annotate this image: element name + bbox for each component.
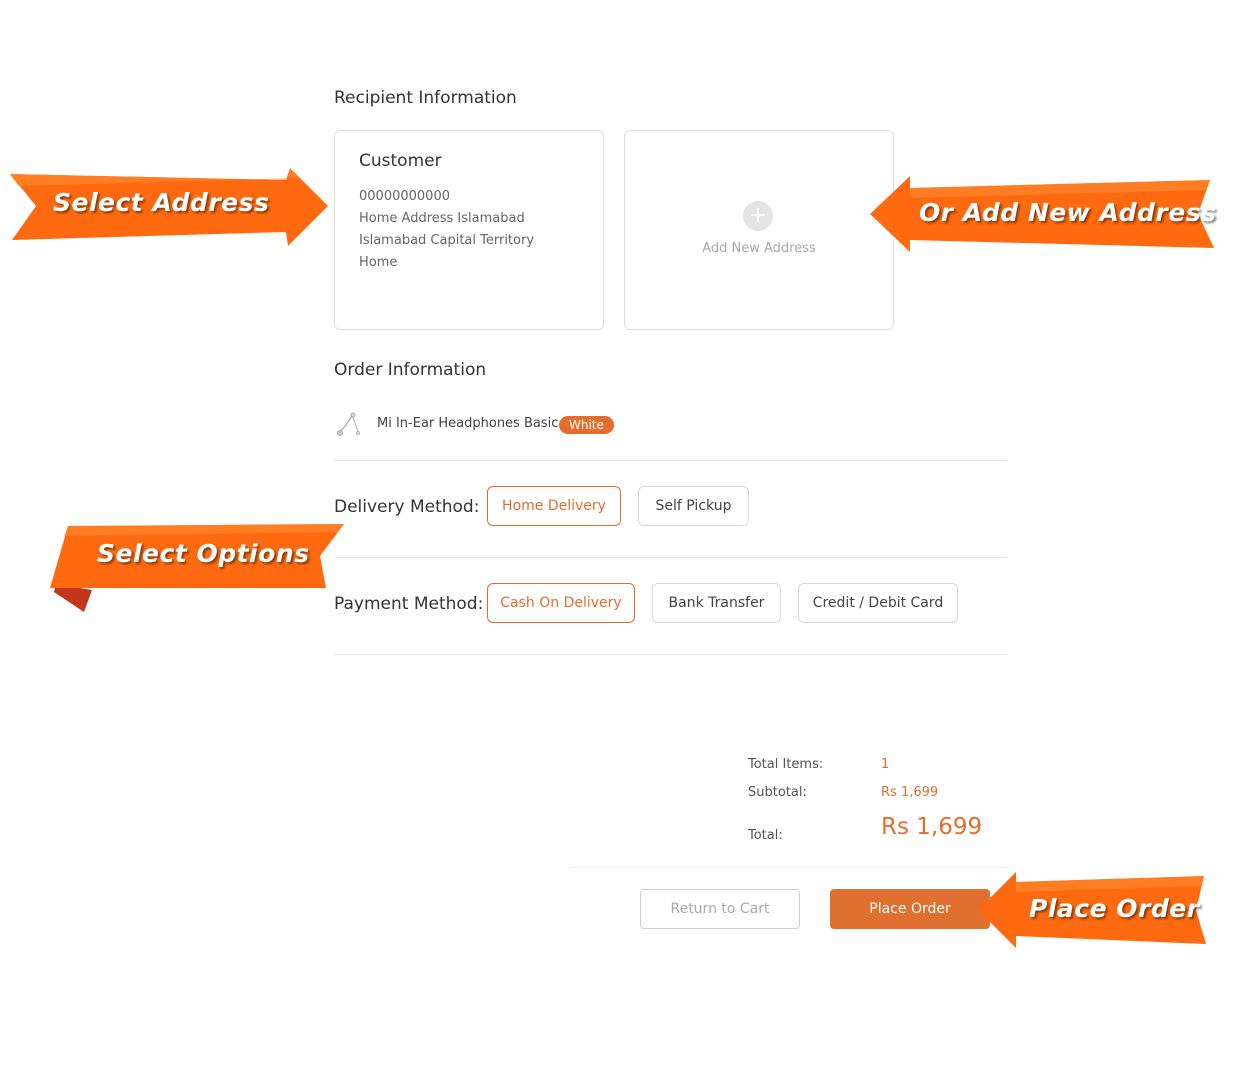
address-line-2: Islamabad Capital Territory: [359, 233, 535, 248]
bank-transfer-button[interactable]: Bank Transfer: [652, 583, 781, 623]
divider: [570, 867, 1007, 868]
cash-on-delivery-button[interactable]: Cash On Delivery: [487, 583, 635, 623]
payment-method-label: Payment Method:: [334, 594, 484, 614]
place-order-callout: Place Order: [1029, 894, 1200, 923]
total-items-value: 1: [881, 757, 890, 772]
address-line-1: Home Address Islamabad: [359, 211, 525, 226]
add-new-address-label: Add New Address: [702, 241, 816, 256]
delivery-method-label: Delivery Method:: [334, 497, 480, 517]
divider: [334, 460, 1007, 461]
select-address-callout: Select Address: [53, 188, 270, 217]
recipient-section-title: Recipient Information: [334, 88, 517, 108]
self-pickup-button[interactable]: Self Pickup: [638, 486, 749, 526]
plus-icon: +: [743, 201, 773, 231]
return-to-cart-button[interactable]: Return to Cart: [640, 889, 800, 929]
subtotal-value: Rs 1,699: [881, 785, 939, 800]
product-color-badge: White: [559, 416, 614, 434]
product-name: Mi In-Ear Headphones Basic: [377, 416, 559, 431]
order-section-title: Order Information: [334, 360, 487, 380]
total-items-label: Total Items:: [748, 757, 824, 772]
add-new-address-card[interactable]: + Add New Address: [624, 130, 894, 330]
total-label: Total:: [748, 828, 783, 843]
address-name: Customer: [359, 151, 442, 171]
address-phone: 00000000000: [359, 189, 450, 204]
address-card[interactable]: Customer 00000000000 Home Address Islama…: [334, 130, 604, 330]
earphones-icon: [337, 412, 360, 436]
credit-debit-card-button[interactable]: Credit / Debit Card: [798, 583, 958, 623]
home-delivery-button[interactable]: Home Delivery: [487, 486, 621, 526]
total-value: Rs 1,699: [881, 814, 983, 840]
divider: [334, 654, 1007, 655]
divider: [334, 557, 1007, 558]
select-options-callout: Select Options: [97, 539, 310, 568]
add-new-address-callout: Or Add New Address: [919, 198, 1217, 227]
subtotal-label: Subtotal:: [748, 785, 807, 800]
select-options-ribbon-icon: [50, 524, 344, 612]
address-label: Home: [359, 255, 398, 270]
place-order-button[interactable]: Place Order: [830, 889, 990, 929]
